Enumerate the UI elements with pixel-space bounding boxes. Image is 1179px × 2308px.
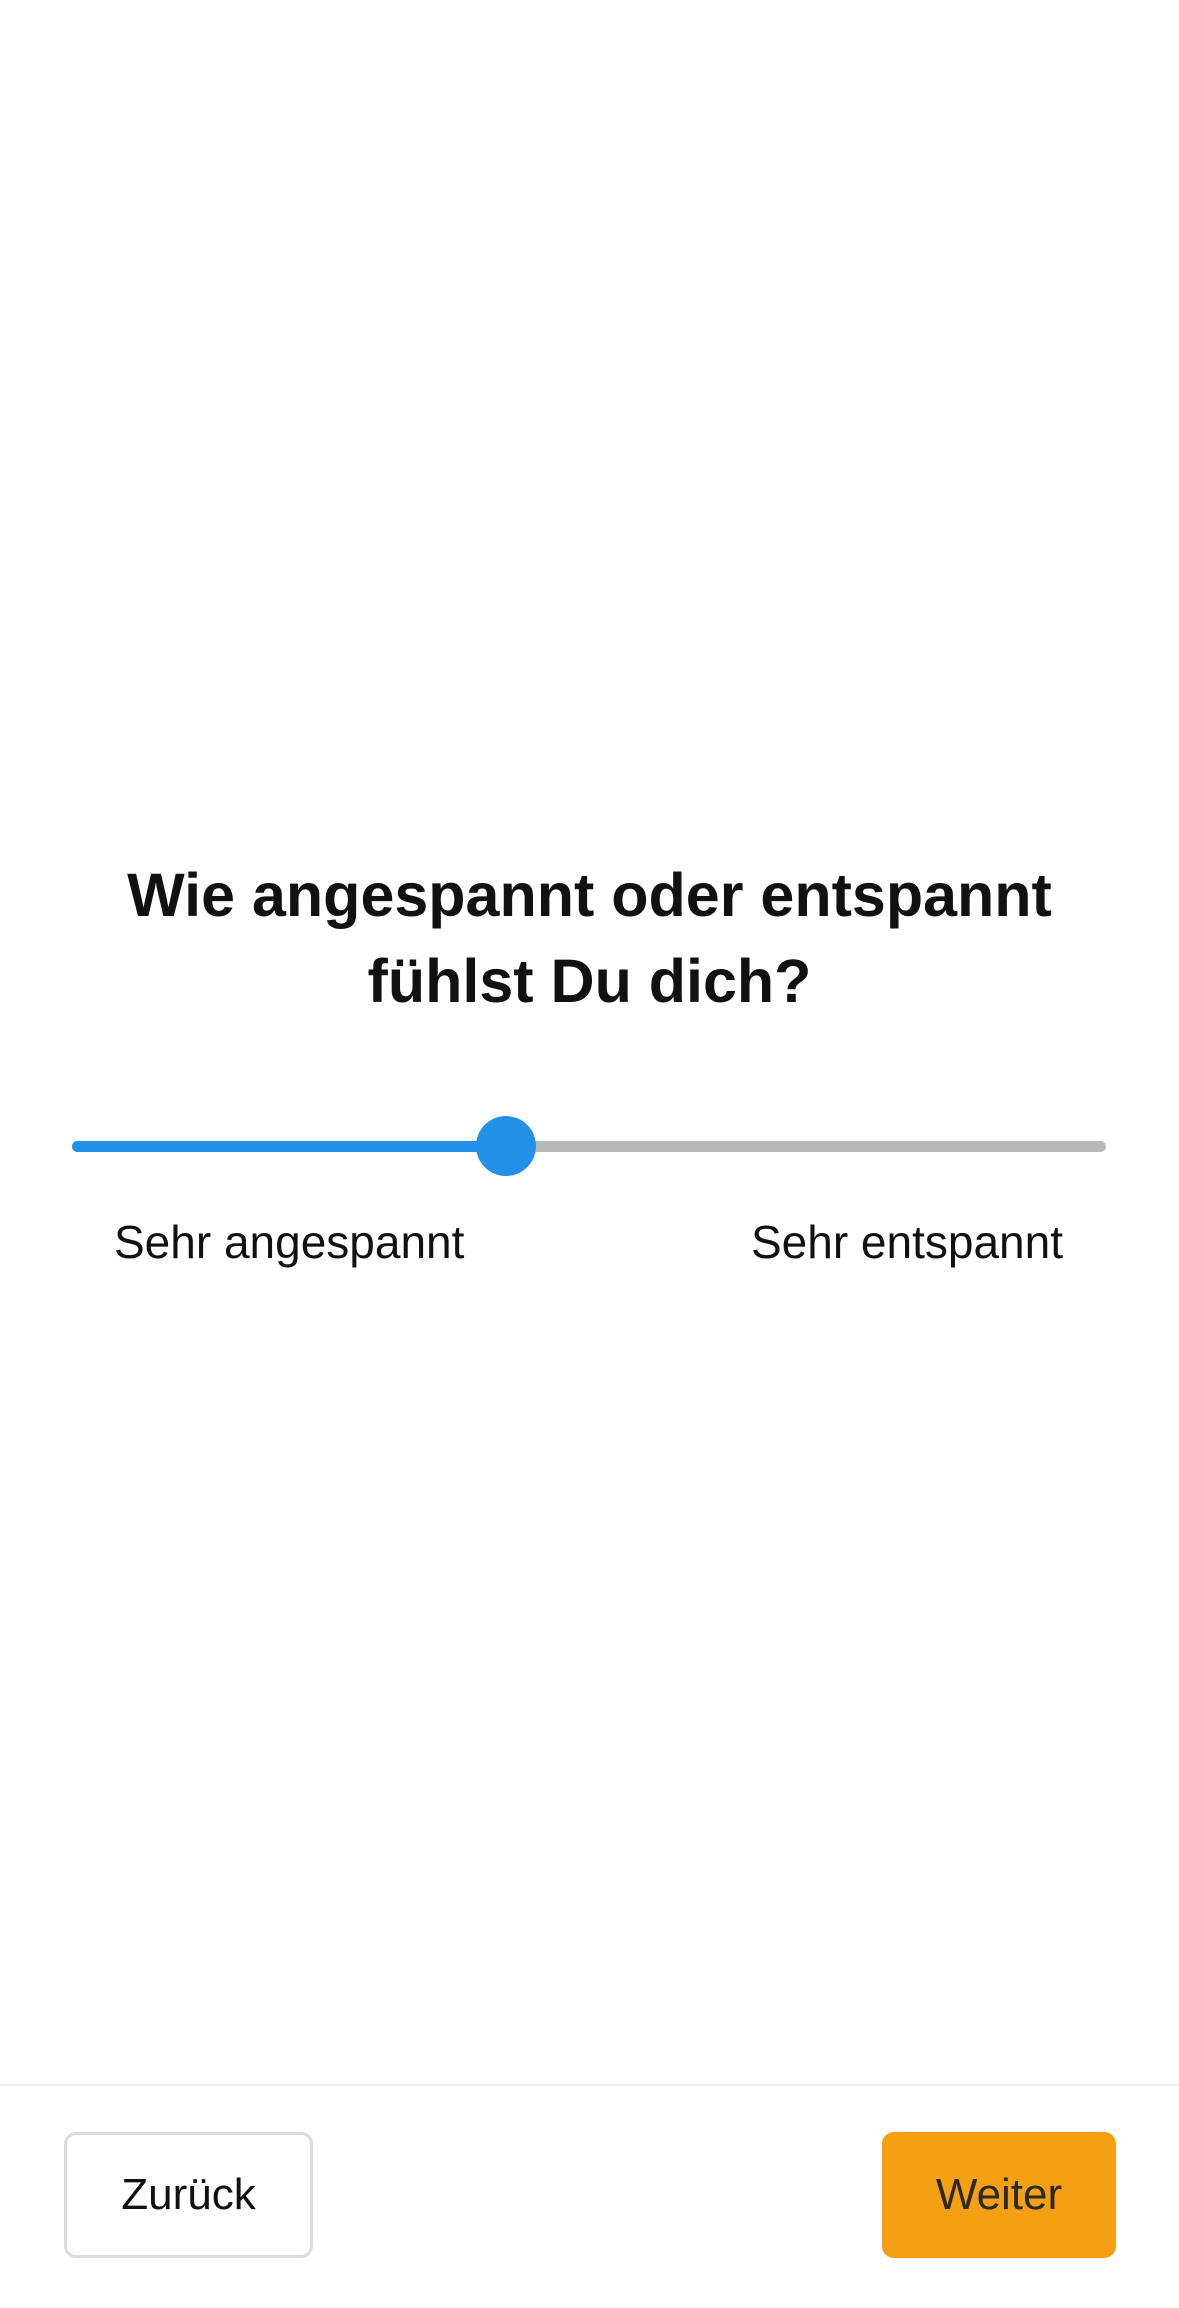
back-button[interactable]: Zurück — [64, 2132, 313, 2258]
question-line-1: Wie angespannt oder entspannt — [127, 861, 1052, 929]
question-line-2: fühlst Du dich? — [367, 947, 812, 1015]
question-title: Wie angespannt oder entspannt fühlst Du … — [0, 852, 1179, 1024]
slider-thumb[interactable] — [476, 1116, 537, 1176]
slider-min-label: Sehr angespannt — [114, 1216, 465, 1268]
tension-slider[interactable] — [72, 1110, 1106, 1182]
footer-bar: Zurück Weiter — [0, 2084, 1179, 2308]
slider-fill — [72, 1141, 507, 1152]
next-button[interactable]: Weiter — [882, 2132, 1116, 2258]
slider-max-label: Sehr entspannt — [750, 1216, 1063, 1268]
